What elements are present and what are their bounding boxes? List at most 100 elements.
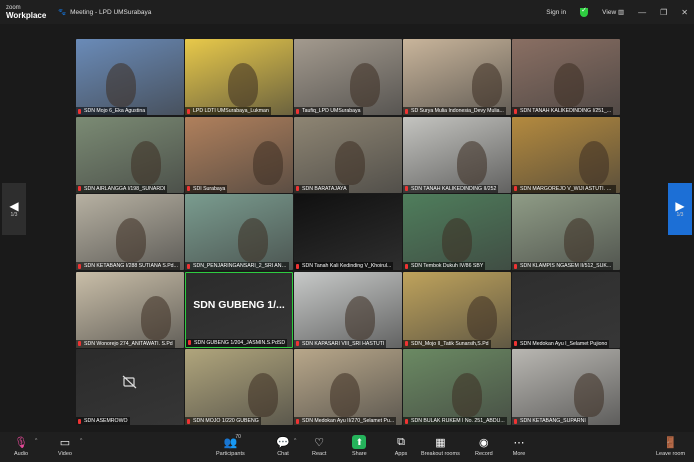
participant-name: SDN BULAK RUKEM I No. 251_ABDU... — [403, 417, 507, 425]
leave-room-button[interactable]: 🚪 Leave room — [656, 435, 685, 458]
participant-tile[interactable]: SDN Medokan Ayu I_Selamet Pujiono — [512, 271, 620, 348]
participant-video — [248, 373, 278, 417]
participant-video — [350, 63, 380, 107]
participant-name: SDN_Mojo II_Tatik Sunarsih,S.Pd — [403, 339, 491, 348]
chevron-right-icon: ▶ — [675, 199, 685, 213]
participants-icon: 👥 70 — [223, 434, 241, 449]
participant-name: SDN AIRLANGGA I/198_SUNARDI — [76, 184, 168, 193]
breakout-rooms-button[interactable]: ▦ Breakout rooms — [421, 435, 460, 458]
participant-name: SDN_PENJARINGANSARI_2_SRI AND... — [185, 262, 289, 270]
video-camera-icon: ▭ — [59, 436, 71, 449]
participant-video — [564, 218, 594, 262]
participant-video — [335, 140, 365, 185]
participant-name: SDN MARGOREJO V_WIJI ASTUTI. S... — [512, 184, 616, 193]
participant-name: SDN TANAH KALIKEDINDING I/251_... — [512, 107, 614, 115]
minimize-button[interactable]: — — [638, 8, 646, 17]
participant-tile[interactable]: LPD LDTI UMSurabaya_Lukman — [185, 39, 293, 115]
video-button[interactable]: ▭ Video — [58, 435, 72, 458]
meeting-toolbar: 🎙 Audio ^ ▭ Video ^ 👥 70 Participants 💬 C… — [0, 432, 694, 462]
participant-name: SD Surya Mulia Indonesia_Devy Mulia... — [403, 107, 506, 115]
participant-name: SDN ASEMROWO — [76, 417, 130, 425]
participant-video — [457, 140, 487, 185]
participant-tile[interactable]: SDN Mojo 6_Eka Agustina — [76, 39, 184, 115]
audio-options-chevron-icon[interactable]: ^ — [35, 438, 37, 444]
chat-options-chevron-icon[interactable]: ^ — [294, 438, 296, 444]
participant-tile[interactable]: SDN KETABANG_SUPARNI — [512, 349, 620, 425]
participant-video — [253, 140, 283, 185]
participant-name: SDN BARATAJAYA — [294, 184, 349, 193]
participant-tile[interactable]: SDN TANAH KALIKEDINDING II/252 — [403, 116, 511, 193]
more-button[interactable]: ⋯ More — [512, 435, 526, 458]
camera-off-icon — [122, 375, 138, 389]
participant-video — [554, 63, 584, 107]
audio-button[interactable]: 🎙 Audio — [14, 435, 29, 458]
participant-tile[interactable]: SDN ASEMROWO — [76, 349, 184, 425]
zoom-logo: zoom Workplace — [6, 5, 47, 20]
participant-tile[interactable]: SDN TANAH KALIKEDINDING I/251_... — [512, 39, 620, 115]
participant-name: SDN Wonorejo 274_ANITAWATI. S.Pd — [76, 339, 175, 348]
paw-icon: 🐾 — [58, 9, 67, 16]
breakout-rooms-icon: ▦ — [435, 436, 446, 449]
participant-tile[interactable]: SDN KLAMPIS NGASEM II/512_SUK... — [512, 194, 620, 270]
restore-button[interactable]: ❐ — [660, 8, 667, 17]
participant-tile[interactable]: SDN Tanah Kali Kedinding V_Khoirul... — [294, 194, 402, 270]
participant-name: SDN MOJO 1/220 GUBENG — [185, 417, 261, 425]
participant-video — [116, 218, 146, 262]
view-button[interactable]: View ▥ — [602, 8, 624, 16]
participants-button[interactable]: 👥 70 Participants — [216, 434, 245, 457]
participant-name: LPD LDTI UMSurabaya_Lukman — [185, 107, 271, 115]
share-button[interactable]: ⬆ Share — [352, 435, 367, 457]
participant-video — [579, 140, 609, 185]
sign-in-link[interactable]: Sign in — [546, 9, 566, 16]
shield-icon[interactable] — [580, 6, 589, 17]
participant-name: SDI Surabaya — [185, 184, 228, 193]
participant-tile[interactable]: SDN MOJO 1/220 GUBENG — [185, 349, 293, 425]
close-button[interactable]: ✕ — [681, 8, 688, 17]
title-bar: zoom Workplace 🐾 Meeting - LPD UMSurabay… — [0, 0, 694, 24]
participant-tile[interactable]: SDN MARGOREJO V_WIJI ASTUTI. S... — [512, 116, 620, 193]
apps-icon: ⧉ — [397, 435, 405, 448]
participant-tile[interactable]: SDN AIRLANGGA I/198_SUNARDI — [76, 116, 184, 193]
participant-name: SDN KETABANG I/288 SUTIANA S.Pd... — [76, 262, 180, 270]
grid-view-icon: ▥ — [617, 9, 625, 16]
participant-tile[interactable]: SDN Wonorejo 274_ANITAWATI. S.Pd — [76, 271, 184, 348]
participant-tile[interactable]: SDI Surabaya — [185, 116, 293, 193]
next-page-button[interactable]: ▶ 1/3 — [668, 183, 692, 235]
participant-tile[interactable]: SDN_Mojo II_Tatik Sunarsih,S.Pd — [403, 271, 511, 348]
meeting-title: 🐾 Meeting - LPD UMSurabaya — [58, 8, 152, 17]
more-dots-icon: ⋯ — [513, 436, 525, 449]
participant-video — [141, 295, 171, 340]
record-icon: ◉ — [479, 436, 489, 449]
participant-video — [452, 373, 482, 417]
react-button[interactable]: ♡ React — [312, 435, 326, 458]
apps-button[interactable]: ⧉ Apps — [394, 435, 408, 458]
participant-name: SDN GUBENG 1/204_JASMIN.S.PdSD — [186, 338, 288, 347]
microphone-icon: 🎙 — [14, 436, 29, 449]
participant-video — [238, 218, 268, 262]
participant-name: SDN Medokan Ayu I_Selamet Pujiono — [512, 339, 610, 348]
participant-video — [574, 373, 604, 417]
participant-tile[interactable]: SDN KETABANG I/288 SUTIANA S.Pd... — [76, 194, 184, 270]
participant-tile[interactable]: SDN BARATAJAYA — [294, 116, 402, 193]
record-button[interactable]: ◉ Record — [475, 435, 493, 458]
leave-door-icon: 🚪 — [663, 436, 678, 449]
video-options-chevron-icon[interactable]: ^ — [80, 438, 82, 444]
participant-tile[interactable]: SDN Medokan Ayu II/270_Selamet Pu... — [294, 349, 402, 425]
participant-name: SDN Mojo 6_Eka Agustina — [76, 107, 148, 115]
participant-name: SDN Tanah Kali Kedinding V_Khoirul... — [294, 262, 394, 270]
participant-tile[interactable]: SDN KAPASARI VIII_SRI HASTUTI — [294, 271, 402, 348]
participant-tile[interactable]: SDN_PENJARINGANSARI_2_SRI AND... — [185, 194, 293, 270]
previous-page-button[interactable]: ◀ 1/3 — [2, 183, 26, 235]
participant-tile[interactable]: SDN BULAK RUKEM I No. 251_ABDU... — [403, 349, 511, 425]
chat-bubble-icon: 💬 — [276, 436, 290, 449]
chat-button[interactable]: 💬 Chat — [276, 435, 290, 458]
participant-name: Taufiq_LPD UMSurabaya — [294, 107, 363, 115]
participant-tile[interactable]: SDN Tembok Dukuh IV/86 SBY — [403, 194, 511, 270]
heart-icon: ♡ — [314, 436, 325, 449]
participant-tile[interactable]: SD Surya Mulia Indonesia_Devy Mulia... — [403, 39, 511, 115]
participant-tile[interactable]: Taufiq_LPD UMSurabaya — [294, 39, 402, 115]
participant-name-display: SDN GUBENG 1/... — [193, 298, 285, 311]
participant-video — [131, 140, 161, 185]
participant-video — [330, 373, 360, 417]
participant-tile[interactable]: SDN GUBENG 1/... SDN GUBENG 1/204_JASMIN.… — [185, 271, 293, 348]
